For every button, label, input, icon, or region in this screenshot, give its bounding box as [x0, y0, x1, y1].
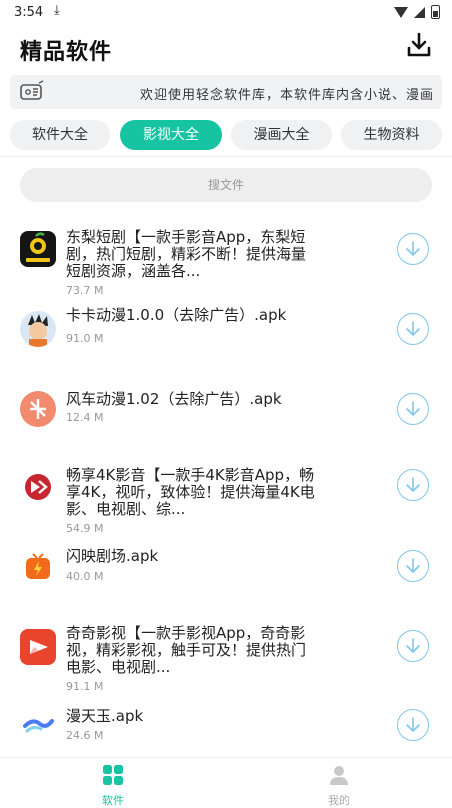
app-size: 12.4 M: [66, 411, 104, 424]
list-item[interactable]: 奇奇影视【一款手影视App，奇奇影视，精彩影视，触手可及！提供热门电影、电视剧.…: [0, 625, 452, 703]
app-size: 91.0 M: [66, 332, 104, 345]
qiqi-icon: [20, 629, 56, 665]
status-icons: [394, 5, 440, 19]
download-button[interactable]: [397, 550, 429, 582]
shanying-icon: [20, 549, 56, 585]
mantianyu-icon: [20, 706, 56, 742]
grid-icon: [103, 765, 123, 785]
app-name: 风车动漫1.02（去除广告）.apk: [66, 390, 282, 408]
category-tabs: 软件大全 影视大全 漫画大全 生物资料: [10, 120, 452, 152]
app-name: 奇奇影视【一款手影视App，奇奇影视，精彩影视，触手可及！提供热门电影、电视剧.…: [66, 624, 307, 676]
app-size: 73.7 M: [66, 284, 104, 297]
download-button[interactable]: [397, 469, 429, 501]
app-name: 漫天玉.apk: [66, 707, 144, 725]
app-name: 东梨短剧【一款手影音App，东梨短剧，热门短剧，精彩不断！提供海量短剧资源，涵盖…: [66, 228, 307, 280]
download-button[interactable]: [397, 393, 429, 425]
app-size: 40.0 M: [66, 570, 104, 583]
wifi-icon: [394, 6, 408, 18]
divider: [0, 156, 452, 157]
app-size: 24.6 M: [66, 729, 104, 742]
download-arrow-icon: [406, 241, 420, 256]
list-item[interactable]: 风车动漫1.02（去除广告）.apk 12.4 M: [0, 375, 452, 453]
download-arrow-icon: [406, 401, 420, 416]
tab-comics[interactable]: 漫画大全: [231, 120, 332, 150]
notice-text: 欢迎使用轻念软件库，本软件库内含小说、漫画: [140, 88, 435, 103]
download-button[interactable]: [397, 313, 429, 345]
notice-bar[interactable]: 欢迎使用轻念软件库，本软件库内含小说、漫画: [10, 75, 442, 109]
download-arrow-icon: [406, 477, 420, 492]
kaka-icon: [20, 311, 56, 347]
app-header: 精品软件: [0, 26, 452, 70]
download-button[interactable]: [397, 630, 429, 662]
bottom-nav: 软件 我的: [0, 757, 452, 808]
battery-icon: [431, 5, 440, 19]
download-arrow-icon: [406, 321, 420, 336]
download-button[interactable]: [397, 233, 429, 265]
changxiang-icon: [20, 469, 56, 505]
download-arrow-icon: [406, 717, 420, 732]
page-title: 精品软件: [20, 40, 113, 65]
user-icon: [330, 766, 348, 785]
dongli-icon: [20, 231, 56, 267]
app-name: 闪映剧场.apk: [66, 547, 159, 565]
app-size: 54.9 M: [66, 522, 104, 535]
search-input[interactable]: 搜文件: [20, 168, 432, 202]
list-item[interactable]: 闪映剧场.apk 40.0 M: [0, 537, 452, 625]
download-arrow-icon: [406, 638, 420, 653]
list-item[interactable]: 卡卡动漫1.0.0（去除广告）.apk 91.0 M: [0, 297, 452, 375]
status-time: 3:54: [14, 5, 44, 20]
download-arrow-icon: [406, 558, 420, 573]
list-item[interactable]: 东梨短剧【一款手影音App，东梨短剧，热门短剧，精彩不断！提供海量短剧资源，涵盖…: [0, 215, 452, 297]
download-status-icon: ⤓: [54, 3, 60, 18]
nav-label: 我的: [328, 794, 350, 807]
list-item[interactable]: 漫天玉.apk 24.6 M: [0, 703, 452, 753]
status-bar: 3:54 ⤓: [0, 0, 452, 26]
nav-label: 软件: [102, 794, 124, 807]
download-icon[interactable]: [406, 32, 432, 58]
app-size: 91.1 M: [66, 680, 104, 693]
tab-video[interactable]: 影视大全: [120, 120, 222, 150]
tab-software[interactable]: 软件大全: [10, 120, 110, 150]
announcement-icon: [20, 80, 44, 100]
nav-profile[interactable]: 我的: [309, 764, 369, 808]
nav-software[interactable]: 软件: [83, 764, 143, 808]
app-name: 卡卡动漫1.0.0（去除广告）.apk: [66, 306, 287, 324]
list-item[interactable]: 畅享4K影音【一款手4K影音App，畅享4K，视听，致体验！提供海量4K电影、电…: [0, 453, 452, 537]
signal-icon: [414, 6, 425, 18]
app-name: 畅享4K影音【一款手4K影音App，畅享4K，视听，致体验！提供海量4K电影、电…: [66, 466, 315, 518]
download-button[interactable]: [397, 709, 429, 741]
fengche-icon: [20, 391, 56, 427]
tab-biology[interactable]: 生物资料: [341, 120, 442, 150]
